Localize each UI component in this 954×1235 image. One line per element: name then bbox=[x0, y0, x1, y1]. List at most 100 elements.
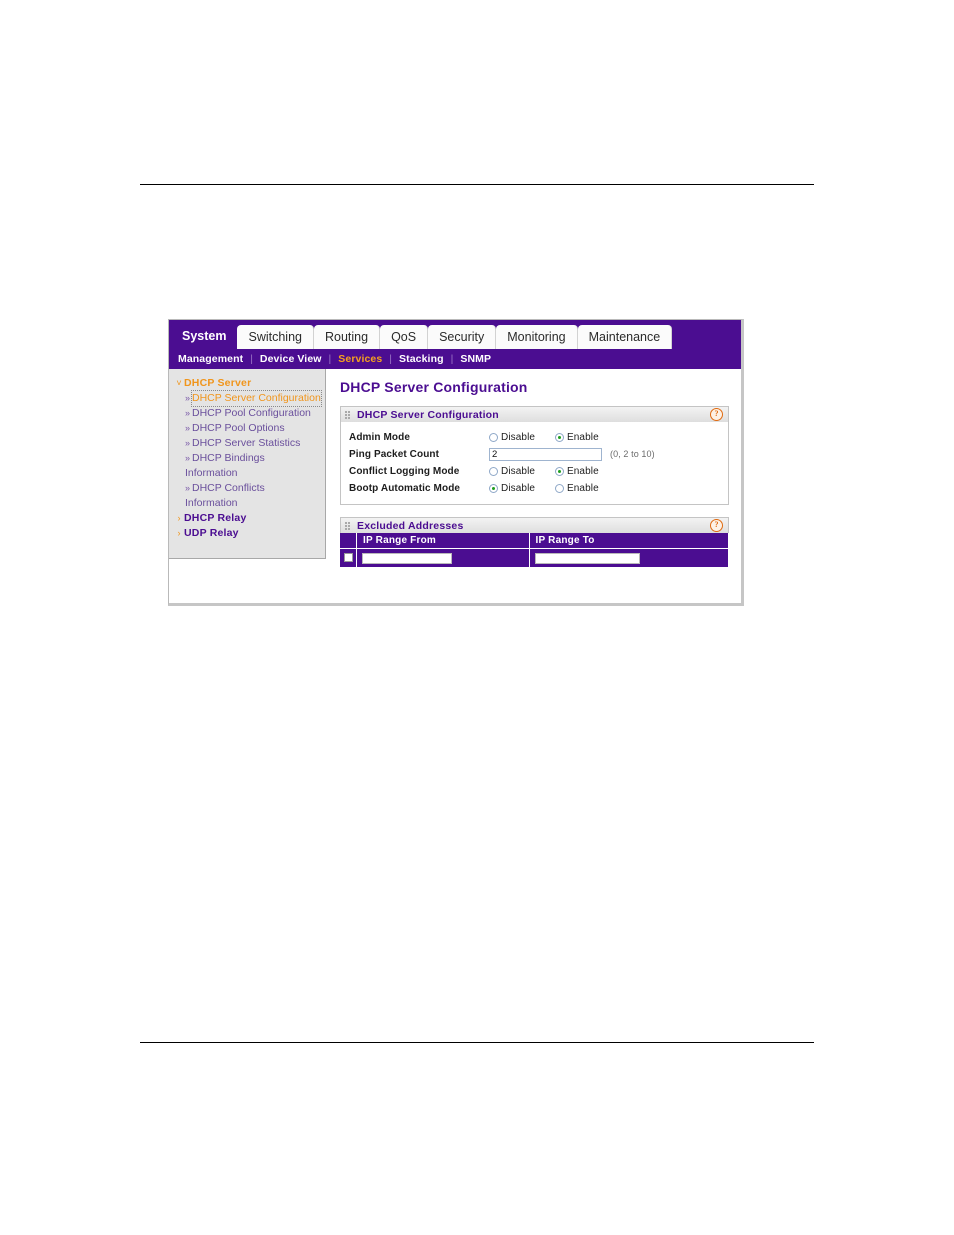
ip-range-to-input[interactable] bbox=[534, 552, 640, 564]
sidebar-group-dhcp-server[interactable]: ˅ DHCP Server bbox=[169, 376, 325, 391]
conflict-logging-disable-option[interactable]: Disable bbox=[489, 466, 555, 477]
row-select-cell[interactable] bbox=[340, 548, 357, 567]
table-header-row: IP Range From IP Range To bbox=[340, 533, 730, 549]
tab-maintenance[interactable]: Maintenance bbox=[577, 325, 673, 349]
subnav-separator: | bbox=[450, 353, 454, 365]
sidebar-item-label-continued: Information bbox=[185, 467, 238, 479]
tab-routing[interactable]: Routing bbox=[313, 325, 381, 349]
panel-excluded-addresses: Excluded Addresses ? IP Range From IP Ra… bbox=[340, 517, 730, 567]
bootp-automatic-mode-controls: Disable Enable bbox=[489, 483, 621, 494]
radio-icon-admin-mode-disable[interactable] bbox=[489, 432, 498, 442]
admin-mode-enable-option[interactable]: Enable bbox=[555, 432, 621, 443]
radio-icon-bootp-automatic-disable[interactable] bbox=[489, 483, 498, 493]
checkbox-icon-row-select[interactable] bbox=[343, 553, 353, 563]
ping-packet-count-input[interactable] bbox=[489, 447, 602, 461]
panel-header: Excluded Addresses ? bbox=[340, 517, 729, 533]
collapsed-chevron-icon: › bbox=[177, 528, 181, 538]
tab-system[interactable]: System bbox=[171, 323, 238, 349]
panel-title: DHCP Server Configuration bbox=[357, 408, 499, 421]
admin-mode-disable-option[interactable]: Disable bbox=[489, 432, 555, 443]
table-header: IP Range From IP Range To bbox=[340, 533, 730, 549]
secondary-nav-bar: Management | Device View | Services | St… bbox=[169, 349, 741, 369]
radio-label: Enable bbox=[567, 465, 599, 477]
select-all-column-header bbox=[340, 533, 357, 549]
table-body bbox=[340, 548, 730, 567]
sidebar-group-dhcp-relay[interactable]: › DHCP Relay bbox=[169, 511, 325, 526]
ping-packet-count-hint: (0, 2 to 10) bbox=[610, 449, 655, 459]
bootp-automatic-disable-option[interactable]: Disable bbox=[489, 483, 555, 494]
sidebar-item-label-continued: Information bbox=[185, 497, 238, 509]
sidebar-item-dhcp-pool-configuration[interactable]: » DHCP Pool Configuration bbox=[169, 406, 325, 421]
radio-label: Disable bbox=[501, 465, 536, 477]
radio-icon-admin-mode-enable[interactable] bbox=[555, 432, 564, 442]
excluded-addresses-table: IP Range From IP Range To bbox=[340, 533, 730, 567]
sidebar-group-label: DHCP Server bbox=[184, 377, 252, 389]
subnav-item-device-view[interactable]: Device View bbox=[260, 353, 322, 365]
field-row-conflict-logging-mode: Conflict Logging Mode Disable Enable bbox=[349, 463, 720, 479]
main-content: DHCP Server Configuration DHCP Server Co… bbox=[326, 369, 741, 601]
sidebar-item-label: DHCP Server Statistics bbox=[192, 437, 301, 449]
page-rule-top bbox=[140, 184, 814, 185]
help-icon[interactable]: ? bbox=[710, 408, 723, 421]
radio-label: Enable bbox=[567, 482, 599, 494]
tab-monitoring[interactable]: Monitoring bbox=[496, 325, 578, 349]
bullet-icon: » bbox=[184, 438, 190, 448]
conflict-logging-enable-option[interactable]: Enable bbox=[555, 466, 621, 477]
sidebar-item-dhcp-bindings-information-line2[interactable]: Information bbox=[169, 466, 325, 481]
sidebar-item-dhcp-bindings-information[interactable]: » DHCP Bindings bbox=[169, 451, 325, 466]
subnav-item-services[interactable]: Services bbox=[338, 353, 382, 365]
subnav-separator: | bbox=[250, 353, 253, 365]
subnav-item-snmp[interactable]: SNMP bbox=[460, 353, 491, 365]
sidebar-group-label: UDP Relay bbox=[184, 527, 239, 539]
ping-packet-count-controls: (0, 2 to 10) bbox=[489, 447, 655, 461]
sidebar-item-dhcp-pool-options[interactable]: » DHCP Pool Options bbox=[169, 421, 325, 436]
ui-body: ˅ DHCP Server » DHCP Server Configuratio… bbox=[169, 369, 741, 601]
tab-security[interactable]: Security bbox=[428, 325, 497, 349]
panel-header: DHCP Server Configuration ? bbox=[340, 406, 729, 422]
page-title: DHCP Server Configuration bbox=[340, 379, 528, 395]
column-header-ip-range-from: IP Range From bbox=[356, 533, 530, 549]
sidebar-group-label: DHCP Relay bbox=[184, 512, 247, 524]
bullet-icon: » bbox=[184, 423, 190, 433]
drag-grip-icon[interactable] bbox=[345, 521, 352, 530]
conflict-logging-mode-controls: Disable Enable bbox=[489, 466, 621, 477]
help-icon[interactable]: ? bbox=[710, 519, 723, 532]
conflict-logging-mode-label: Conflict Logging Mode bbox=[349, 465, 460, 477]
panel-title: Excluded Addresses bbox=[357, 519, 464, 532]
bullet-icon: » bbox=[184, 453, 190, 463]
admin-mode-controls: Disable Enable bbox=[489, 432, 621, 443]
tab-switching[interactable]: Switching bbox=[237, 325, 314, 349]
sidebar-item-label: DHCP Pool Configuration bbox=[192, 407, 311, 419]
radio-label: Disable bbox=[501, 482, 536, 494]
radio-icon-conflict-logging-enable[interactable] bbox=[555, 466, 564, 476]
sidebar-item-label: DHCP Bindings bbox=[192, 452, 265, 464]
field-row-bootp-automatic-mode: Bootp Automatic Mode Disable Enable bbox=[349, 480, 720, 496]
subnav-separator: | bbox=[389, 353, 393, 365]
tab-qos[interactable]: QoS bbox=[380, 325, 429, 349]
drag-grip-icon[interactable] bbox=[345, 410, 352, 419]
primary-tab-bar: System Switching Routing QoS Security Mo… bbox=[169, 320, 741, 349]
subnav-item-stacking[interactable]: Stacking bbox=[399, 353, 444, 365]
page-rule-bottom bbox=[140, 1042, 814, 1043]
sidebar-group-udp-relay[interactable]: › UDP Relay bbox=[169, 526, 325, 541]
sidebar-item-dhcp-server-statistics[interactable]: » DHCP Server Statistics bbox=[169, 436, 325, 451]
sidebar-item-dhcp-server-configuration[interactable]: » DHCP Server Configuration bbox=[169, 390, 325, 407]
sidebar-item-label: DHCP Server Configuration bbox=[191, 390, 322, 407]
expanded-chevron-icon: ˅ bbox=[176, 378, 182, 388]
table-row bbox=[340, 548, 730, 567]
switch-web-ui-screenshot: System Switching Routing QoS Security Mo… bbox=[168, 319, 744, 606]
ip-range-from-input[interactable] bbox=[362, 552, 452, 564]
radio-icon-bootp-automatic-enable[interactable] bbox=[555, 483, 564, 493]
bootp-automatic-enable-option[interactable]: Enable bbox=[555, 483, 621, 494]
sidebar-item-dhcp-conflicts-information[interactable]: » DHCP Conflicts bbox=[169, 481, 325, 496]
subnav-item-management[interactable]: Management bbox=[178, 353, 243, 365]
bullet-icon: » bbox=[184, 408, 190, 418]
bullet-icon: » bbox=[184, 393, 190, 403]
field-row-admin-mode: Admin Mode Disable Enable bbox=[349, 429, 720, 445]
collapsed-chevron-icon: › bbox=[177, 513, 181, 523]
sidebar-item-dhcp-conflicts-information-line2[interactable]: Information bbox=[169, 496, 325, 511]
panel-dhcp-server-configuration: DHCP Server Configuration ? Admin Mode D… bbox=[340, 406, 729, 505]
cell-ip-range-to bbox=[529, 548, 730, 567]
radio-icon-conflict-logging-disable[interactable] bbox=[489, 466, 498, 476]
radio-label: Enable bbox=[567, 431, 599, 443]
